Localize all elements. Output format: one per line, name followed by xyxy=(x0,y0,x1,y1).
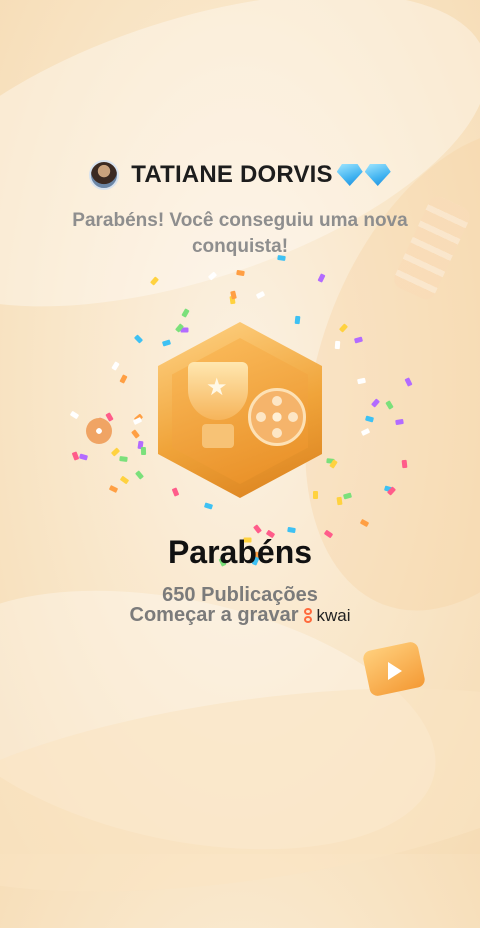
start-recording-text[interactable]: Começar a gravar xyxy=(130,604,299,627)
confetti-piece xyxy=(359,518,370,528)
film-reel-icon xyxy=(248,388,306,446)
confetti-piece xyxy=(111,361,120,371)
confetti-piece xyxy=(109,485,119,494)
star-icon: ★ xyxy=(206,374,228,401)
diamond-icon xyxy=(336,164,363,186)
confetti-piece xyxy=(357,377,367,385)
confetti-piece xyxy=(235,270,245,277)
username-label: TATIANE DORVIS xyxy=(131,161,391,189)
confetti-piece xyxy=(360,427,371,436)
confetti-piece xyxy=(69,410,80,420)
congrats-message: Parabéns! Você conseguiu uma nova conqui… xyxy=(72,210,408,257)
confetti-piece xyxy=(253,524,263,534)
confetti-piece xyxy=(207,271,217,282)
confetti-piece xyxy=(294,316,301,325)
username-text: TATIANE DORVIS xyxy=(131,161,333,188)
achievement-title: Parabéns xyxy=(167,534,313,570)
confetti-piece xyxy=(364,415,374,423)
diamond-icon xyxy=(364,164,391,186)
confetti-piece xyxy=(277,255,286,262)
avatar[interactable] xyxy=(89,160,120,190)
confetti-piece xyxy=(140,446,146,455)
confetti-piece xyxy=(334,340,341,350)
confetti-piece xyxy=(230,290,238,300)
confetti-piece xyxy=(119,475,129,485)
kwai-logo-text: kwai xyxy=(316,605,351,625)
confetti-piece xyxy=(401,459,408,469)
background-swirl xyxy=(0,652,480,928)
kwai-logo-icon xyxy=(302,607,314,624)
diamond-badges xyxy=(336,164,391,186)
record-cta-row: Começar a gravar kwai xyxy=(0,604,480,627)
confetti-piece xyxy=(119,456,128,463)
film-reel-decoration xyxy=(86,418,112,444)
achievement-badge: ★ xyxy=(130,300,350,520)
confetti-piece xyxy=(72,451,80,461)
confetti-piece xyxy=(119,374,128,385)
confetti-piece xyxy=(149,276,159,286)
confetti-piece xyxy=(394,418,404,425)
user-header: TATIANE DORVIS xyxy=(0,160,480,190)
confetti-piece xyxy=(385,400,395,410)
confetti-piece xyxy=(255,291,266,300)
play-icon xyxy=(388,662,402,680)
confetti-piece xyxy=(317,273,326,284)
kwai-logo: kwai xyxy=(302,605,351,626)
confetti-piece xyxy=(336,496,343,506)
confetti-piece xyxy=(78,453,88,461)
confetti-piece xyxy=(343,492,353,500)
confetti-piece xyxy=(404,377,413,387)
confetti-piece xyxy=(370,397,380,408)
confetti-piece xyxy=(313,490,319,499)
confetti-piece xyxy=(287,526,296,533)
confetti-piece xyxy=(353,336,363,344)
trophy-base xyxy=(202,424,234,448)
